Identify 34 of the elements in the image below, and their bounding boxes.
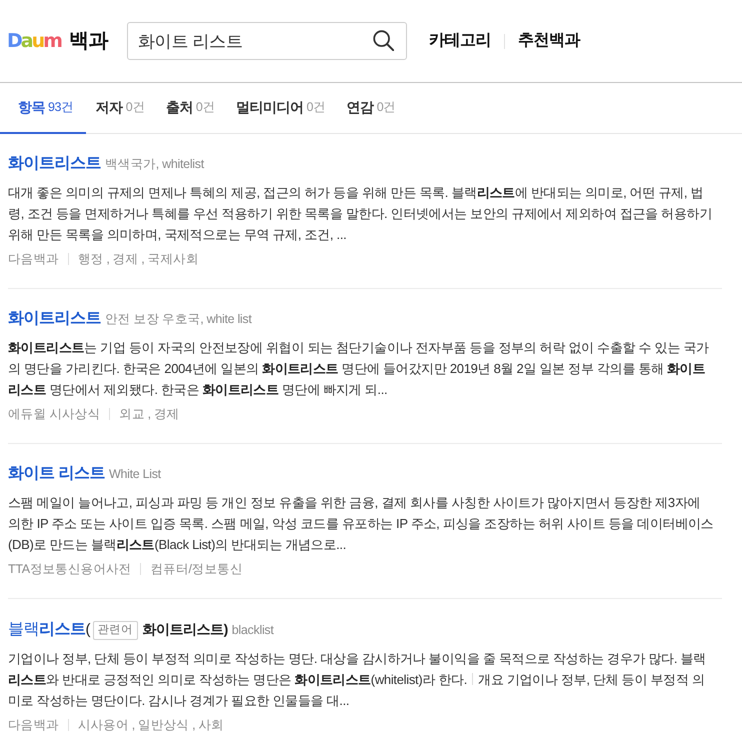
result-subtitle: blacklist bbox=[232, 623, 274, 637]
daum-logo[interactable]: Daum bbox=[7, 32, 61, 50]
snippet-text: 화이트리스트는 기업 등이 자국의 안전보장에 위협이 되는 첨단기술이나 전자부품 등을 정부의 허락 없이 수출할 수 있는 국가의 명단을 가리킨다. 한국은 2004년에 일본의 화이트리스트 명단에 들어갔지만 2019년 8월 2일 일본 정부 각의를 통해 화이트리스트 명단에서 제외됐다. 한국은 화이트리스트 명단에 빠지게 되... bbox=[8, 339, 710, 399]
source-link[interactable]: 다음백과 bbox=[8, 716, 59, 734]
snippet-text: 스팸 메일이 늘어나고, 피싱과 파밍 등 개인 정보 유출을 위한 금융, 결제 회사를 사칭한 사이트가 많아지면서 등장한 제3자에 의한 IP 주소 또는 사이트 입증 목록. 스팸 메일, 악성 코드를 유포하는 IP 주소, 피싱을 조장하는 허위 사이트 등을 데이터베이스(DB)로 만드는 블랙리스트(Black List)의 반대되는 개념으로... bbox=[8, 494, 714, 554]
result-subtitle: 백색국가, whitelist bbox=[105, 157, 204, 171]
snippet-text: 기업이나 정부, 단체 등이 부정적 의미로 작성하는 명단. 대상을 감시하거나 불이익을 줄 목적으로 작성하는 경우가 많다. 블랙리스트와 반대로 긍정적인 의미로 작성하는 명단은 화이트리스트(whitelist)라 한다. 개요 기업이나 정부, 단체 등이 부정적 의미로 작성하는 명단이다. 감시나 경계가 필요한 인물들을 대... bbox=[8, 650, 707, 710]
tab[interactable]: 연감 0건 bbox=[336, 83, 407, 134]
tab[interactable]: 항목 93건 bbox=[0, 83, 86, 134]
service-title: 백과 bbox=[68, 29, 108, 54]
nav-link[interactable]: 카테고리 bbox=[428, 29, 491, 53]
source-link[interactable]: 다음백과 bbox=[8, 250, 59, 268]
tab[interactable]: 멀티미디어 0건 bbox=[226, 83, 337, 134]
search-icon[interactable] bbox=[372, 30, 394, 51]
source-link[interactable]: 에듀윌 시사상식 bbox=[8, 405, 100, 423]
result-title-link[interactable]: 블랙리스트 bbox=[8, 621, 86, 638]
parenthesis-text: ( bbox=[86, 621, 90, 638]
result-subtitle: 안전 보장 우호국, white list bbox=[105, 312, 252, 326]
category-link[interactable]: 시사용어 , 일반상식 , 사회 bbox=[78, 716, 224, 734]
result-title-link[interactable]: 화이트리스트 bbox=[8, 155, 101, 172]
category-link[interactable]: 외교 , 경제 bbox=[119, 405, 180, 423]
result-title-link[interactable]: 화이트 리스트 bbox=[8, 465, 105, 482]
source-link[interactable]: TTA정보통신용어사전 bbox=[8, 560, 132, 578]
nav-link[interactable]: 추천백과 bbox=[518, 29, 580, 53]
tab[interactable]: 출처 0건 bbox=[156, 83, 226, 134]
related-term-tag: 관련어 bbox=[92, 621, 138, 640]
result-title-link[interactable]: 화이트리스트 bbox=[8, 310, 101, 327]
tab[interactable]: 저자 0건 bbox=[86, 83, 156, 134]
category-link[interactable]: 행정 , 경제 , 국제사회 bbox=[78, 250, 198, 268]
related-term-link[interactable]: 화이트리스트) bbox=[142, 621, 228, 637]
snippet-text: 대개 좋은 의미의 규제의 면제나 특혜의 제공, 접근의 허가 등을 위해 만든 목록. 블랙리스트에 반대되는 의미로, 어떤 규제, 법령, 조건 등을 면제하거나 특혜를 우선 적용하기 위한 목록을 말한다. 인터넷에서는 보안의 규제에서 제외하여 접근을 허용하기 위해 만든 목록을 의미하며, 국제적으로는 무역 규제, 조건, ... bbox=[8, 184, 714, 244]
category-link[interactable]: 컴퓨터/정보통신 bbox=[150, 560, 242, 578]
result-subtitle: White List bbox=[108, 467, 161, 481]
search-field[interactable]: 화이트 리스트 bbox=[126, 22, 407, 60]
